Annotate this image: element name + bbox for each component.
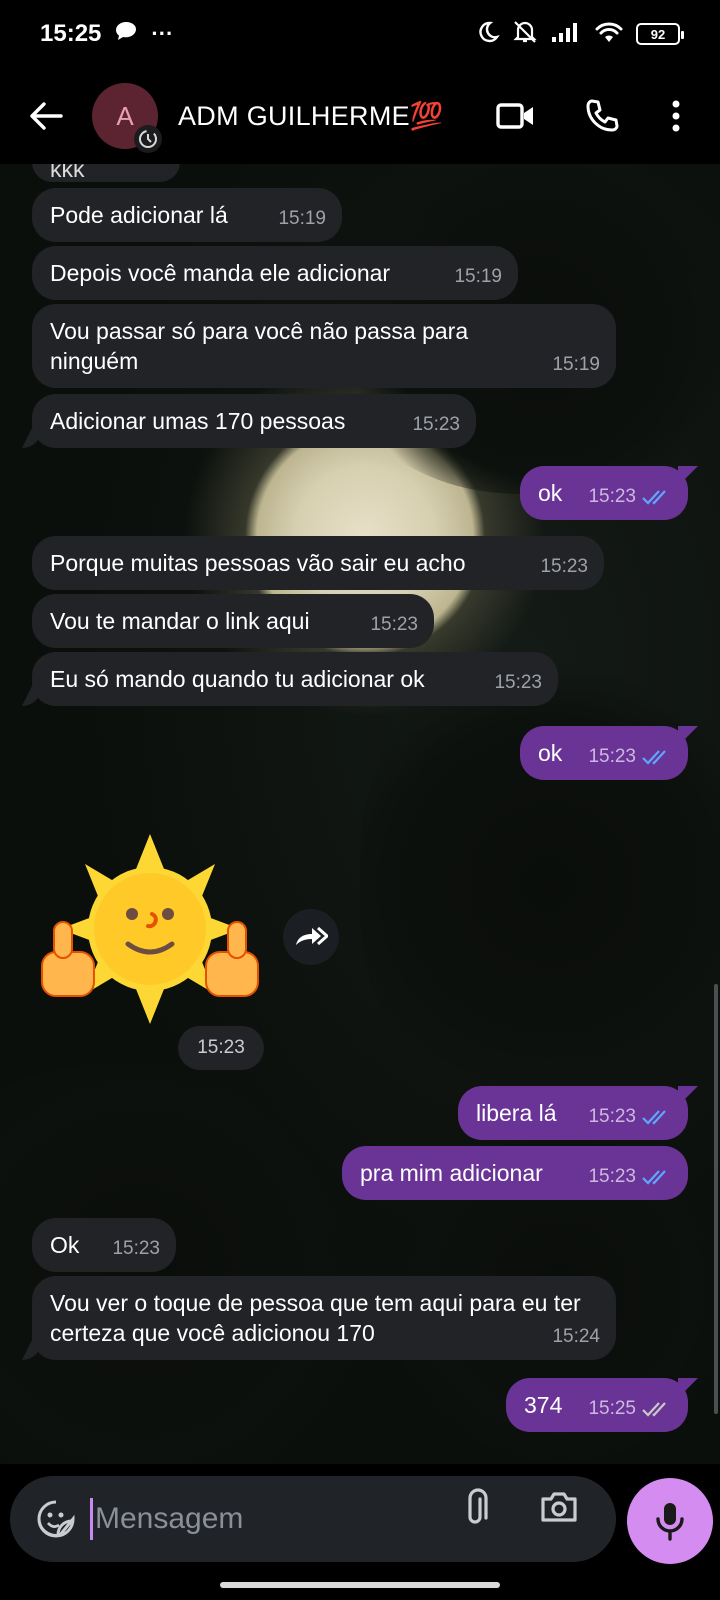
message-text: 374 bbox=[524, 1392, 563, 1418]
message-text: Vou passar só para você não passa para n… bbox=[50, 318, 469, 374]
clock: 15:25 bbox=[40, 20, 102, 47]
microphone-icon bbox=[656, 1503, 684, 1541]
arrow-left-icon bbox=[30, 102, 63, 130]
message-input-container bbox=[10, 1476, 616, 1562]
avatar-letter: A bbox=[116, 100, 134, 131]
message-text: Porque muitas pessoas vão sair eu acho bbox=[50, 550, 466, 576]
message-outgoing[interactable]: 374 15:25 bbox=[506, 1378, 688, 1432]
camera-button[interactable] bbox=[532, 1482, 586, 1532]
message-time: 15:19 bbox=[552, 354, 600, 375]
message-time: 15:23 bbox=[588, 1166, 636, 1187]
message-incoming[interactable]: Eu só mando quando tu adicionar ok 15:23 bbox=[32, 652, 558, 706]
message-time: 15:23 bbox=[112, 1238, 160, 1259]
voice-call-button[interactable] bbox=[578, 92, 626, 140]
battery-icon: 92 bbox=[636, 23, 684, 45]
status-bar: 15:25 ··· 92 bbox=[0, 0, 720, 68]
message-incoming[interactable]: Adicionar umas 170 pessoas 15:23 bbox=[32, 394, 476, 448]
sticker-button[interactable] bbox=[32, 1495, 80, 1543]
message-meta: 15:25 bbox=[588, 1394, 672, 1424]
message-incoming[interactable]: Porque muitas pessoas vão sair eu acho 1… bbox=[32, 536, 604, 590]
message-text: ok bbox=[538, 480, 563, 506]
muted-bell-icon bbox=[512, 19, 538, 50]
voice-record-button[interactable] bbox=[627, 1478, 713, 1564]
text-cursor bbox=[90, 1498, 93, 1540]
sticker-smile-icon bbox=[37, 1500, 75, 1538]
double-check-read-icon bbox=[642, 1110, 666, 1125]
camera-icon bbox=[541, 1492, 577, 1522]
message-outgoing[interactable]: ok 15:23 bbox=[520, 466, 688, 520]
more-notifications-icon: ··· bbox=[151, 21, 174, 46]
avatar[interactable]: A bbox=[92, 83, 162, 153]
disappearing-timer-icon bbox=[134, 125, 162, 153]
double-check-delivered-icon bbox=[642, 1402, 666, 1417]
message-time: 15:25 bbox=[588, 1398, 636, 1419]
message-text: kkk bbox=[50, 164, 85, 182]
more-vertical-icon bbox=[672, 100, 680, 132]
signal-icon bbox=[550, 21, 582, 48]
message-time: 15:19 bbox=[278, 208, 326, 229]
message-text: Pode adicionar lá bbox=[50, 202, 228, 228]
message-time: 15:19 bbox=[454, 266, 502, 287]
chat-notification-icon bbox=[115, 20, 137, 48]
phone-icon bbox=[586, 99, 619, 132]
message-text: Vou te mandar o link aqui bbox=[50, 608, 310, 634]
message-text: pra mim adicionar bbox=[360, 1160, 543, 1186]
home-indicator[interactable] bbox=[220, 1582, 500, 1588]
chat-header: A ADM GUILHERME💯 bbox=[0, 68, 720, 164]
double-check-read-icon bbox=[642, 750, 666, 765]
scrollbar[interactable] bbox=[714, 984, 718, 1414]
message-time: 15:17 bbox=[116, 164, 164, 174]
sun-thumbs-up-sticker[interactable] bbox=[40, 834, 260, 1024]
message-text: Vou ver o toque de pessoa que tem aqui p… bbox=[50, 1290, 581, 1346]
message-meta: 15:23 bbox=[588, 1162, 672, 1192]
message-text: Adicionar umas 170 pessoas bbox=[50, 408, 346, 434]
message-outgoing[interactable]: pra mim adicionar 15:23 bbox=[342, 1146, 688, 1200]
message-input[interactable] bbox=[95, 1502, 435, 1536]
message-time: 15:23 bbox=[588, 1106, 636, 1127]
double-check-read-icon bbox=[642, 490, 666, 505]
wifi-icon bbox=[594, 20, 624, 49]
message-incoming[interactable]: Vou passar só para você não passa para n… bbox=[32, 304, 616, 388]
message-time: 15:24 bbox=[552, 1326, 600, 1347]
message-meta: 15:23 bbox=[588, 1102, 672, 1132]
message-text: Ok bbox=[50, 1232, 80, 1258]
message-incoming[interactable]: Vou te mandar o link aqui 15:23 bbox=[32, 594, 434, 648]
do-not-disturb-icon bbox=[476, 20, 500, 49]
sticker-time: 15:23 bbox=[178, 1026, 264, 1070]
message-incoming[interactable]: Pode adicionar lá 15:19 bbox=[32, 188, 342, 242]
message-text: libera lá bbox=[476, 1100, 557, 1126]
more-options-button[interactable] bbox=[656, 92, 696, 140]
forward-arrows-icon bbox=[296, 926, 328, 946]
double-check-read-icon bbox=[642, 1170, 666, 1185]
video-camera-icon bbox=[496, 103, 533, 129]
message-incoming[interactable]: Ok 15:23 bbox=[32, 1218, 176, 1272]
contact-name[interactable]: ADM GUILHERME💯 bbox=[178, 100, 444, 132]
message-outgoing[interactable]: libera lá 15:23 bbox=[458, 1086, 688, 1140]
video-call-button[interactable] bbox=[492, 92, 540, 140]
chat-area[interactable]: kkk 15:17 Pode adicionar lá 15:19 Depois… bbox=[0, 164, 720, 1464]
message-time: 15:23 bbox=[540, 556, 588, 577]
message-text: Eu só mando quando tu adicionar ok bbox=[50, 666, 425, 692]
message-time: 15:23 bbox=[588, 746, 636, 767]
composer bbox=[0, 1464, 720, 1600]
message-time: 15:23 bbox=[588, 486, 636, 507]
message-incoming[interactable]: Depois você manda ele adicionar 15:19 bbox=[32, 246, 518, 300]
forward-button[interactable] bbox=[283, 909, 339, 965]
paperclip-icon bbox=[468, 1488, 488, 1524]
message-time: 15:23 bbox=[412, 414, 460, 435]
message-text: ok bbox=[538, 740, 563, 766]
back-button[interactable] bbox=[22, 92, 70, 140]
wallpaper-trees bbox=[360, 644, 720, 1124]
message-outgoing[interactable]: ok 15:23 bbox=[520, 726, 688, 780]
message-time: 15:23 bbox=[370, 614, 418, 635]
message-meta: 15:23 bbox=[588, 742, 672, 772]
message-time: 15:23 bbox=[494, 672, 542, 693]
attach-button[interactable] bbox=[452, 1482, 502, 1532]
message-incoming[interactable]: Vou ver o toque de pessoa que tem aqui p… bbox=[32, 1276, 616, 1360]
message-meta: 15:23 bbox=[588, 482, 672, 512]
message-text: Depois você manda ele adicionar bbox=[50, 260, 391, 286]
message-incoming[interactable]: kkk 15:17 bbox=[32, 164, 180, 182]
